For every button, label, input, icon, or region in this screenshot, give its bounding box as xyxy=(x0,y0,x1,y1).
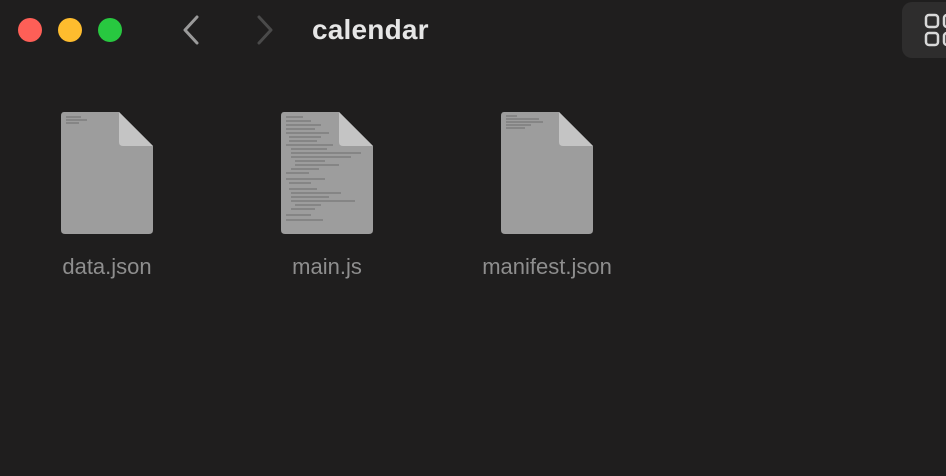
file-name: main.js xyxy=(292,254,362,279)
back-button[interactable] xyxy=(178,12,206,48)
title-bar: calendar xyxy=(0,0,946,60)
document-icon xyxy=(501,112,593,234)
window-title: calendar xyxy=(312,14,429,45)
close-window-button[interactable] xyxy=(18,18,42,42)
minimize-window-button[interactable] xyxy=(58,18,82,42)
finder-window: calendar data.json main.js manifest.json xyxy=(0,0,946,476)
file-name: data.json xyxy=(62,254,152,279)
view-mode-button[interactable] xyxy=(902,2,946,58)
grid-view-icon xyxy=(924,13,946,47)
chevron-left-icon xyxy=(183,15,199,45)
file-item-manifest-json[interactable]: manifest.json xyxy=(467,112,627,292)
file-item-main-js[interactable]: main.js xyxy=(247,112,407,292)
forward-button[interactable] xyxy=(250,12,278,48)
file-item-data-json[interactable]: data.json xyxy=(27,112,187,292)
chevron-right-icon xyxy=(257,15,273,45)
document-icon xyxy=(61,112,153,234)
file-name: manifest.json xyxy=(482,254,612,279)
maximize-window-button[interactable] xyxy=(98,18,122,42)
document-icon xyxy=(281,112,373,234)
